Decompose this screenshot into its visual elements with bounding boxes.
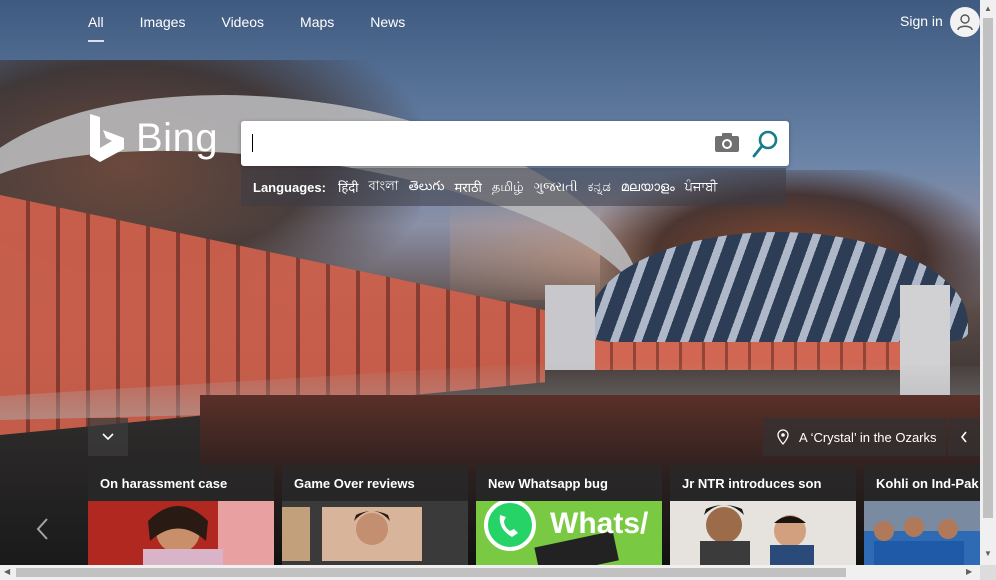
language-link-tamil[interactable]: தமிழ் [492, 179, 524, 196]
previous-image-button[interactable] [948, 418, 980, 456]
person-icon [957, 14, 973, 31]
language-link-punjabi[interactable]: ਪੰਜਾਬੀ [685, 179, 718, 195]
horizontal-scrollbar[interactable]: ◀ ▶ [0, 565, 980, 580]
language-link-telugu[interactable]: తెలుగు [409, 178, 445, 197]
vertical-scroll-thumb[interactable] [983, 18, 993, 518]
nav-maps[interactable]: Maps [300, 14, 334, 30]
location-pin-icon [777, 429, 789, 445]
bing-logo[interactable]: Bing [88, 112, 218, 164]
scroll-up-arrow-icon[interactable]: ▲ [984, 4, 992, 13]
news-card[interactable]: Jr NTR introduces son [670, 465, 856, 565]
nav-news[interactable]: News [370, 14, 405, 30]
user-avatar-icon[interactable] [950, 7, 980, 37]
news-card-title: Kohli on Ind-Pak m [876, 476, 980, 491]
scroll-left-arrow-icon[interactable]: ◀ [4, 567, 10, 576]
scroll-right-arrow-icon[interactable]: ▶ [966, 567, 972, 576]
language-link-hindi[interactable]: हिंदी [338, 178, 359, 196]
news-card-title: Game Over reviews [294, 476, 415, 491]
top-navigation: All Images Videos Maps News [88, 14, 441, 42]
nav-images[interactable]: Images [140, 14, 186, 30]
news-thumbnail-cricket [864, 501, 980, 565]
scrollbar-corner [980, 565, 996, 580]
search-icon[interactable] [752, 129, 780, 159]
news-card-title: Jr NTR introduces son [682, 476, 822, 491]
chevron-left-icon [960, 431, 967, 443]
news-card-title: On harassment case [100, 476, 228, 491]
nav-all[interactable]: All [88, 14, 104, 42]
expand-button[interactable] [88, 418, 128, 456]
vertical-scrollbar[interactable]: ▲ ▼ [980, 0, 996, 565]
news-carousel: On harassment case Game Over reviews New… [88, 465, 980, 565]
news-thumbnail-father-son [670, 501, 856, 565]
news-thumbnail-woman [88, 501, 274, 565]
news-card[interactable]: Kohli on Ind-Pak m [864, 465, 980, 565]
bing-b-icon [90, 114, 124, 162]
chevron-left-icon [36, 518, 48, 540]
text-caret [252, 134, 253, 152]
horizontal-scroll-thumb[interactable] [16, 568, 846, 577]
sign-in-link[interactable]: Sign in [900, 13, 943, 29]
scroll-down-arrow-icon[interactable]: ▼ [984, 549, 992, 558]
languages-label: Languages: [253, 179, 326, 195]
camera-icon[interactable] [714, 131, 740, 153]
news-card[interactable]: Game Over reviews [282, 465, 468, 565]
language-link-malayalam[interactable]: മലയാളം [621, 179, 675, 195]
language-link-gujarati[interactable]: ગુજરાતી [534, 179, 578, 195]
language-link-bengali[interactable]: বাংলা [369, 177, 399, 198]
news-card[interactable]: New Whatsapp bug Whats/ [476, 465, 662, 565]
news-thumbnail-whatsapp: Whats/ [476, 501, 662, 565]
languages-bar: Languages: हिंदी বাংলা తెలుగు मराठी தமிழ… [241, 168, 786, 206]
search-input[interactable] [251, 129, 701, 157]
caption-text: A ‘Crystal’ in the Ozarks [799, 429, 937, 445]
bing-wordmark: Bing [136, 115, 219, 160]
news-thumbnail-movie [282, 501, 468, 565]
chevron-down-icon [102, 433, 114, 441]
news-card-title: New Whatsapp bug [488, 476, 608, 491]
nav-videos[interactable]: Videos [221, 14, 264, 30]
search-box [241, 121, 789, 166]
news-card[interactable]: On harassment case [88, 465, 274, 565]
whatsapp-thumb-text: Whats/ [550, 507, 649, 540]
carousel-prev-button[interactable] [30, 512, 54, 546]
language-link-marathi[interactable]: मराठी [454, 178, 481, 196]
concrete-pillar [545, 285, 595, 370]
language-link-kannada[interactable]: ಕನ್ನಡ [588, 179, 611, 195]
image-location-caption[interactable]: A ‘Crystal’ in the Ozarks [763, 418, 946, 456]
